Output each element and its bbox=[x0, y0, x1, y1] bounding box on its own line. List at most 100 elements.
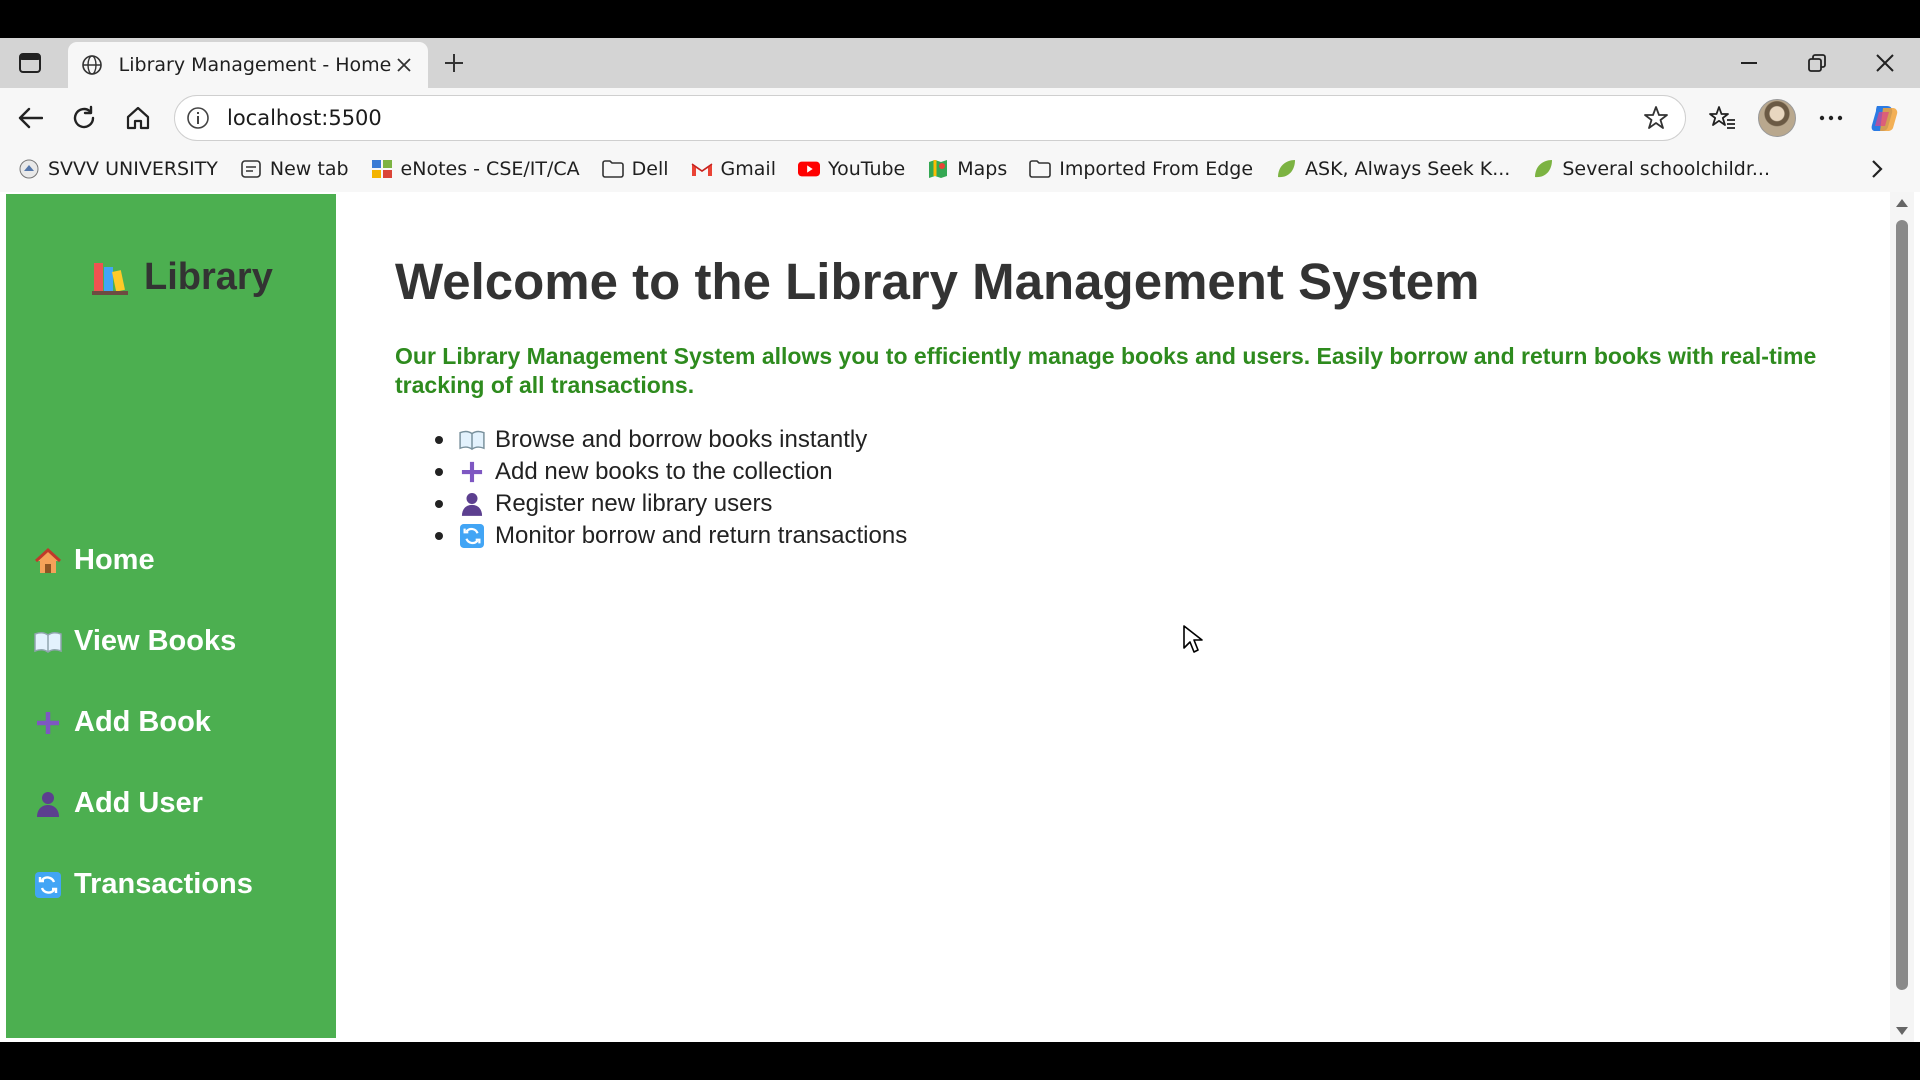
scrollbar-thumb[interactable] bbox=[1896, 220, 1908, 990]
bullet bbox=[435, 468, 443, 476]
house-icon bbox=[34, 547, 62, 575]
bookmark-label: eNotes - CSE/IT/CA bbox=[400, 158, 580, 180]
refresh-icon[interactable] bbox=[66, 100, 102, 136]
screen-bottom-edge bbox=[0, 1042, 1920, 1080]
tab-actions-icon[interactable] bbox=[14, 48, 46, 78]
open-book-icon bbox=[34, 628, 62, 656]
page-viewport: Library Home View Books Add Book Add Use… bbox=[0, 192, 1920, 1042]
user-icon bbox=[459, 491, 485, 517]
newtab-icon bbox=[240, 158, 262, 180]
bullet bbox=[435, 436, 443, 444]
sidebar-item-label: Add Book bbox=[74, 706, 211, 738]
feature-list: Browse and borrow books instantly Add ne… bbox=[435, 424, 907, 552]
bookmark-label: Several schoolchildr... bbox=[1562, 158, 1771, 180]
more-menu-icon[interactable] bbox=[1813, 100, 1849, 136]
bookmark-gmail[interactable]: Gmail bbox=[691, 158, 776, 180]
bookmark-label: Maps bbox=[957, 158, 1008, 180]
profile-avatar[interactable] bbox=[1758, 99, 1796, 137]
open-book-icon bbox=[459, 427, 485, 453]
books-icon bbox=[90, 259, 130, 297]
bookmark-several-schoolchildren[interactable]: Several schoolchildr... bbox=[1532, 158, 1770, 180]
maps-icon bbox=[927, 158, 949, 180]
feature-text: Monitor borrow and return transactions bbox=[495, 522, 908, 549]
copilot-icon[interactable] bbox=[1867, 100, 1903, 136]
sidebar-item-add-user[interactable]: Add User bbox=[34, 787, 203, 820]
university-icon bbox=[18, 158, 40, 180]
user-icon bbox=[34, 790, 62, 818]
favorite-star-icon[interactable] bbox=[1639, 101, 1673, 135]
mouse-cursor-icon bbox=[1182, 624, 1204, 654]
folder-icon bbox=[601, 158, 624, 180]
bookmark-svvv-university[interactable]: SVVV UNIVERSITY bbox=[18, 158, 218, 180]
bookmark-dell[interactable]: Dell bbox=[601, 158, 669, 180]
restore-icon[interactable] bbox=[1794, 46, 1840, 80]
bookmarks-bar: SVVV UNIVERSITY New tab eNotes - CSE/IT/… bbox=[0, 146, 1920, 192]
url-text[interactable]: localhost:5500 bbox=[227, 106, 1639, 130]
page-title: Welcome to the Library Management System bbox=[395, 253, 1480, 310]
refresh-icon bbox=[34, 871, 62, 899]
favorites-icon[interactable] bbox=[1704, 100, 1740, 136]
sidebar-item-label: View Books bbox=[74, 625, 237, 657]
address-bar[interactable]: localhost:5500 bbox=[174, 95, 1686, 141]
sidebar-item-transactions[interactable]: Transactions bbox=[34, 868, 253, 901]
vertical-scrollbar[interactable] bbox=[1890, 192, 1914, 1042]
tab-strip: Library Management - Home bbox=[0, 38, 1920, 88]
close-window-icon[interactable] bbox=[1862, 46, 1908, 80]
tab-active[interactable]: Library Management - Home bbox=[68, 42, 428, 88]
chevron-right-icon[interactable] bbox=[1862, 154, 1892, 184]
feature-text: Register new library users bbox=[495, 490, 773, 517]
bullet bbox=[435, 532, 443, 540]
sidebar-item-label: Add User bbox=[74, 787, 203, 819]
feature-text: Browse and borrow books instantly bbox=[495, 426, 868, 453]
sidebar-brand[interactable]: Library bbox=[90, 256, 273, 299]
list-item: Register new library users bbox=[435, 488, 907, 520]
globe-icon bbox=[80, 52, 105, 78]
home-icon[interactable] bbox=[120, 100, 156, 136]
bookmark-ask-always-seek[interactable]: ASK, Always Seek K... bbox=[1275, 158, 1510, 180]
bookmark-label: New tab bbox=[269, 158, 349, 180]
folder-icon bbox=[1029, 158, 1052, 180]
sidebar-item-label: Transactions bbox=[74, 868, 253, 900]
screen: Library Management - Home localhost:5500… bbox=[0, 0, 1920, 1080]
bookmark-youtube[interactable]: YouTube bbox=[797, 158, 906, 180]
list-item: Browse and borrow books instantly bbox=[435, 424, 907, 456]
bullet bbox=[435, 500, 443, 508]
refresh-icon bbox=[459, 523, 485, 549]
site-info-icon[interactable] bbox=[183, 103, 213, 133]
gmail-icon bbox=[691, 158, 713, 180]
bookmark-label: SVVV UNIVERSITY bbox=[48, 158, 218, 180]
bookmark-label: YouTube bbox=[827, 158, 906, 180]
brand-label: Library bbox=[144, 256, 273, 298]
sidebar-item-home[interactable]: Home bbox=[34, 544, 155, 577]
bookmark-label: Imported From Edge bbox=[1059, 158, 1254, 180]
bookmark-new-tab[interactable]: New tab bbox=[240, 158, 349, 180]
youtube-icon bbox=[797, 158, 820, 180]
new-tab-button[interactable] bbox=[437, 46, 471, 80]
list-item: Monitor borrow and return transactions bbox=[435, 520, 907, 552]
sidebar-item-label: Home bbox=[74, 544, 155, 576]
leaf-icon bbox=[1532, 158, 1554, 180]
leaf-icon bbox=[1275, 158, 1297, 180]
bookmark-maps[interactable]: Maps bbox=[927, 158, 1007, 180]
close-tab-icon[interactable] bbox=[391, 52, 416, 78]
back-icon[interactable] bbox=[12, 100, 48, 136]
bookmark-label: Dell bbox=[631, 158, 669, 180]
bookmark-label: Gmail bbox=[720, 158, 776, 180]
bookmark-enotes[interactable]: eNotes - CSE/IT/CA bbox=[371, 158, 580, 180]
enotes-icon bbox=[371, 158, 393, 180]
bookmark-imported-from-edge[interactable]: Imported From Edge bbox=[1029, 158, 1253, 180]
sidebar-item-add-book[interactable]: Add Book bbox=[34, 706, 211, 739]
sidebar-item-view-books[interactable]: View Books bbox=[34, 625, 236, 658]
feature-text: Add new books to the collection bbox=[495, 458, 833, 485]
scroll-down-arrow-icon[interactable] bbox=[1895, 1024, 1909, 1038]
plus-icon bbox=[459, 459, 485, 485]
intro-paragraph: Our Library Management System allows you… bbox=[395, 343, 1817, 398]
plus-icon bbox=[34, 709, 62, 737]
browser-toolbar: localhost:5500 bbox=[0, 88, 1920, 146]
sidebar: Library Home View Books Add Book Add Use… bbox=[6, 194, 336, 1038]
bookmark-label: ASK, Always Seek K... bbox=[1305, 158, 1511, 180]
list-item: Add new books to the collection bbox=[435, 456, 907, 488]
scroll-up-arrow-icon[interactable] bbox=[1895, 196, 1909, 210]
tab-title: Library Management - Home bbox=[118, 54, 392, 76]
minimize-icon[interactable] bbox=[1726, 46, 1772, 80]
